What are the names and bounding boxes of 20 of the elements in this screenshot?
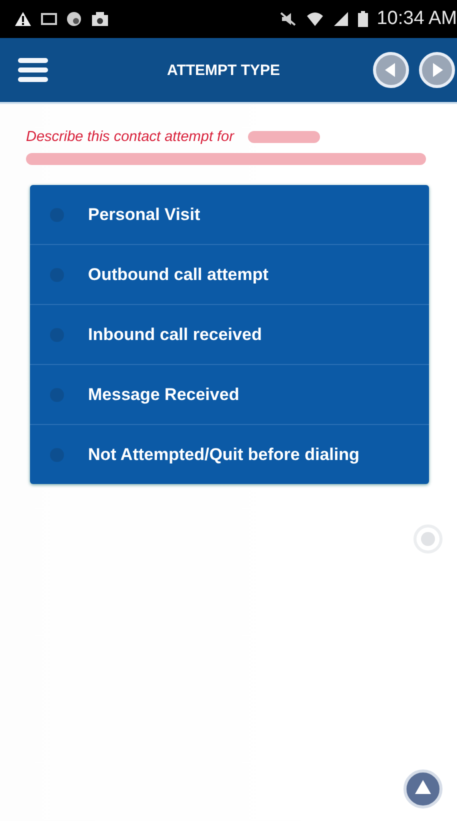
option-label[interactable]: Personal Visit [88, 204, 200, 224]
back-button[interactable] [373, 52, 409, 88]
camera-icon [91, 11, 109, 27]
forward-button[interactable] [419, 52, 455, 88]
circle-icon [413, 524, 443, 554]
scroll-up-button[interactable] [403, 769, 443, 809]
option-label[interactable]: Message Received [88, 384, 240, 404]
battery-icon [358, 11, 368, 27]
menu-icon[interactable] [18, 57, 48, 83]
warning-icon [14, 11, 32, 27]
option-label[interactable]: Outbound call attempt [88, 264, 268, 284]
screen-title: ATTEMPT TYPE [166, 62, 282, 78]
prompt-text: Describe this contact attempt for [26, 129, 234, 145]
signal-icon [332, 11, 349, 27]
screen-icon [41, 12, 57, 26]
mute-icon [278, 11, 297, 27]
option-label[interactable]: Not Attempted/Quit before dialing [88, 444, 360, 464]
wifi-icon [306, 11, 324, 27]
option-label[interactable]: Inbound call received [88, 324, 262, 344]
clock-time: 10:34 AM [376, 8, 457, 30]
